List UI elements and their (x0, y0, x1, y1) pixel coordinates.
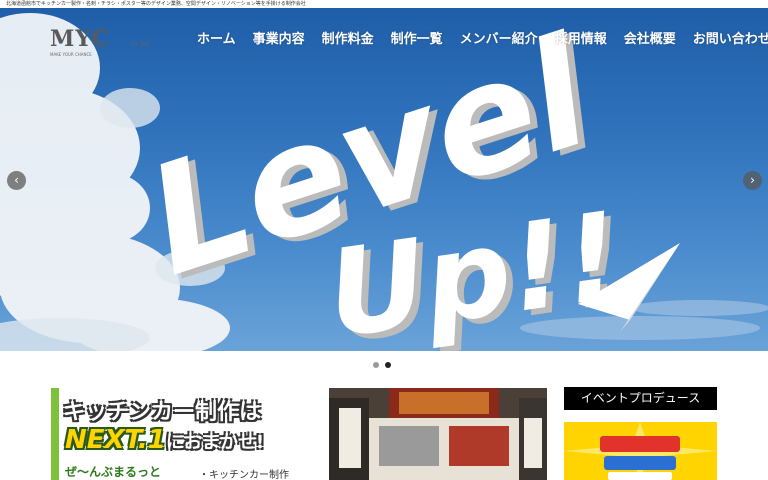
banner-list-item: ・キッチンカー制作 (199, 470, 289, 480)
nav-item-home[interactable]: ホーム (197, 28, 236, 47)
slider-prev-button[interactable]: ‹ (7, 171, 26, 190)
slider-next-button[interactable]: › (743, 171, 762, 190)
nav-item-recruit[interactable]: 採用情報 (555, 28, 607, 47)
top-tagline-bar: 北海道函館市でキッチンカー製作・名刺・チラシ・ポスター等のデザイン業務、空間デザ… (0, 0, 768, 8)
hero-slider[interactable]: Level Level Up!! Up!! MYC co.,ltd. MAKE … (0, 8, 768, 351)
nav-item-works[interactable]: 制作一覧 (391, 28, 443, 47)
banner-accent-bar (51, 388, 59, 480)
nav-item-contact[interactable]: お問い合わせ (693, 28, 768, 47)
banner-subline: ぜ～んぶまるっと (65, 465, 162, 479)
company-logo-suffix: co.,ltd. (130, 41, 151, 48)
banner-brand-suffix: におまかせ! (165, 432, 265, 453)
slider-dot-1[interactable] (373, 362, 379, 368)
banner-text-area: キッチンカー制作は NEXT.1におまかせ! ぜ～んぶまるっと ・キッチンカー制… (51, 388, 351, 480)
kitchen-car-banner[interactable]: キッチンカー制作は NEXT.1におまかせ! ぜ～んぶまるっと ・キッチンカー制… (51, 388, 547, 480)
event-produce-heading[interactable]: イベントプロデュース (564, 387, 717, 410)
nav-item-members[interactable]: メンバー紹介 (460, 28, 538, 47)
slider-pagination (373, 362, 391, 368)
slider-dot-2[interactable] (385, 362, 391, 368)
company-logo-subtext: MAKE YOUR CHANCE (50, 52, 92, 57)
event-banner-image[interactable] (564, 422, 717, 480)
nav-item-pricing[interactable]: 制作料金 (322, 28, 374, 47)
chevron-right-icon: › (750, 173, 755, 187)
chevron-left-icon: ‹ (14, 173, 19, 187)
site-tagline: 北海道函館市でキッチンカー製作・名刺・チラシ・ポスター等のデザイン業務、空間デザ… (6, 1, 306, 7)
hero-background: Level Level Up!! Up!! (0, 8, 768, 351)
main-navigation: ホーム 事業内容 制作料金 制作一覧 メンバー紹介 採用情報 会社概要 お問い合… (197, 28, 768, 47)
banner-brand-line: NEXT.1におまかせ! (65, 425, 264, 455)
banner-brand: NEXT.1 (65, 425, 166, 455)
nav-item-company[interactable]: 会社概要 (624, 28, 676, 47)
company-logo[interactable]: MYC (50, 26, 110, 52)
nav-item-services[interactable]: 事業内容 (253, 28, 305, 47)
banner-title: キッチンカー制作は (63, 400, 262, 425)
kitchen-car-photo (329, 388, 547, 480)
